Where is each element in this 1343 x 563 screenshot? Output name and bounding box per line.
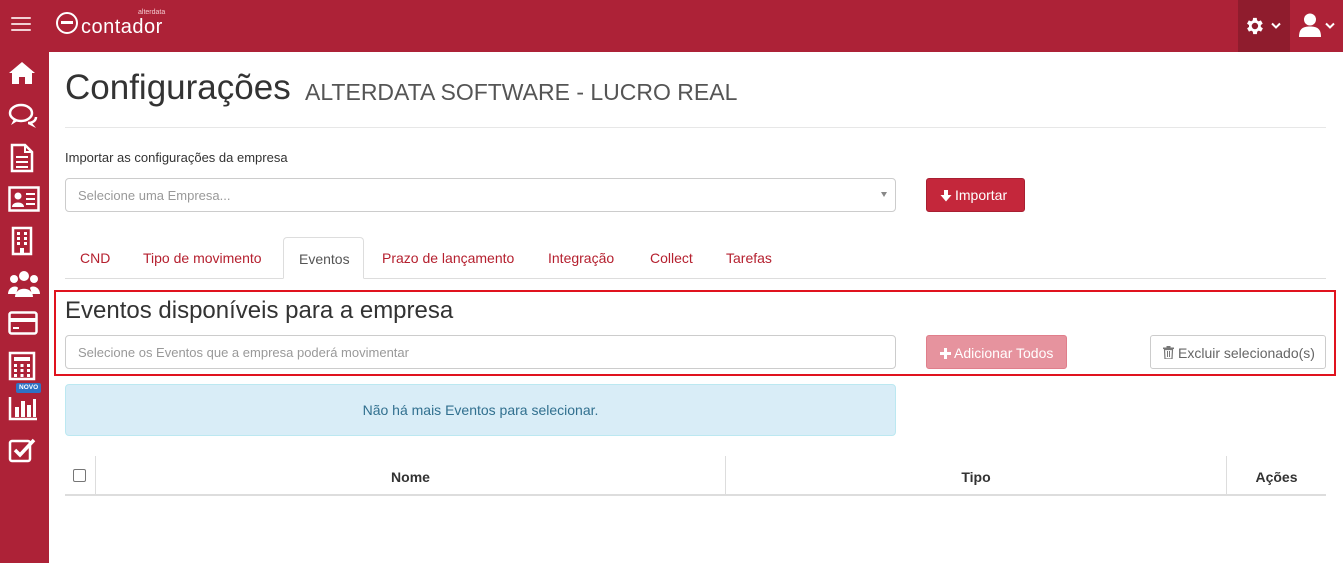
- sidebar-item-reports[interactable]: [8, 395, 40, 425]
- add-all-button[interactable]: Adicionar Todos: [926, 335, 1067, 369]
- tab-label: Tipo de movimento: [143, 250, 262, 266]
- info-alert: Não há mais Eventos para selecionar.: [65, 384, 896, 436]
- logo-text: contador: [81, 16, 163, 38]
- sidebar-item-users[interactable]: [8, 269, 40, 299]
- sidebar-item-contacts[interactable]: [8, 186, 40, 216]
- info-alert-message: Não há mais Eventos para selecionar.: [362, 402, 599, 418]
- bar-chart-icon: [8, 397, 37, 421]
- chat-icon: [8, 103, 38, 128]
- column-header-acoes[interactable]: Ações: [1227, 456, 1326, 496]
- calculator-icon: [8, 351, 36, 381]
- import-label: Importar as configurações da empresa: [65, 150, 288, 165]
- table-header-border: [65, 494, 1326, 496]
- column-header-tipo[interactable]: Tipo: [726, 456, 1226, 496]
- section-title: Eventos disponíveis para a empresa: [65, 297, 454, 324]
- divider: [65, 127, 1326, 128]
- tab-label: Collect: [650, 250, 693, 266]
- sidebar-item-home[interactable]: [8, 60, 40, 90]
- page-subtitle: ALTERDATA SOFTWARE - LUCRO REAL: [305, 79, 738, 105]
- sidebar: NOVO: [0, 52, 49, 563]
- tab-tipo-de-movimento[interactable]: Tipo de movimento: [128, 237, 281, 279]
- arrow-down-icon: [940, 190, 952, 202]
- dropdown-arrow-icon: [881, 192, 887, 197]
- column-header-nome[interactable]: Nome: [96, 456, 725, 496]
- logo-e-icon: [56, 12, 78, 34]
- tab-prazo-de-lancamento[interactable]: Prazo de lançamento: [367, 237, 531, 279]
- tab-label: Tarefas: [726, 250, 772, 266]
- settings-menu-button[interactable]: [1238, 0, 1290, 52]
- credit-card-icon: [8, 311, 38, 335]
- column-header-label: Nome: [391, 469, 430, 485]
- new-badge: NOVO: [16, 383, 42, 393]
- user-menu-button[interactable]: [1292, 0, 1343, 52]
- column-header-label: Tipo: [961, 469, 991, 485]
- tab-tarefas[interactable]: Tarefas: [711, 237, 789, 279]
- page-title: Configurações: [65, 68, 291, 107]
- tab-cnd[interactable]: CND: [65, 237, 126, 279]
- column-header-label: Ações: [1255, 469, 1298, 485]
- chevron-down-icon: [1271, 22, 1281, 29]
- hamburger-icon[interactable]: [11, 17, 31, 35]
- sidebar-item-documents[interactable]: [8, 143, 40, 173]
- delete-selected-button-label: Excluir selecionado(s): [1178, 345, 1315, 361]
- checkbox-icon: [8, 438, 36, 463]
- sidebar-item-chat[interactable]: [8, 102, 40, 132]
- tab-label: Eventos: [299, 251, 350, 267]
- building-icon: [11, 226, 33, 256]
- top-navbar: alterdata contador: [0, 0, 1343, 52]
- import-button[interactable]: Importar: [926, 178, 1025, 212]
- tab-eventos[interactable]: Eventos: [283, 237, 364, 279]
- chevron-down-icon: [1325, 22, 1335, 29]
- logo-small-text: alterdata: [138, 9, 166, 16]
- home-icon: [9, 62, 35, 84]
- sidebar-item-calculator[interactable]: [8, 351, 40, 381]
- document-icon: [10, 143, 34, 173]
- events-select-input[interactable]: Selecione os Eventos que a empresa poder…: [65, 335, 896, 369]
- import-button-label: Importar: [955, 187, 1008, 203]
- user-icon: [1299, 13, 1321, 37]
- tab-integracao[interactable]: Integração: [533, 237, 633, 279]
- plus-icon: [940, 348, 951, 359]
- add-all-button-label: Adicionar Todos: [954, 345, 1054, 361]
- sidebar-item-tasks[interactable]: [8, 437, 40, 467]
- sidebar-item-companies[interactable]: [8, 226, 40, 256]
- tab-label: Integração: [548, 250, 615, 266]
- tab-label: Prazo de lançamento: [382, 250, 515, 266]
- company-select-placeholder: Selecione uma Empresa...: [78, 188, 231, 203]
- events-input-placeholder: Selecione os Eventos que a empresa poder…: [78, 345, 409, 360]
- gear-icon: [1247, 17, 1263, 35]
- delete-selected-button[interactable]: Excluir selecionado(s): [1150, 335, 1326, 369]
- tab-label: CND: [80, 250, 111, 266]
- company-select[interactable]: Selecione uma Empresa...: [65, 178, 896, 212]
- sidebar-item-payments[interactable]: [8, 311, 40, 341]
- users-icon: [8, 271, 40, 297]
- id-card-icon: [8, 186, 40, 212]
- tab-collect[interactable]: Collect: [635, 237, 709, 279]
- select-all-checkbox[interactable]: [73, 469, 86, 482]
- trash-icon: [1163, 346, 1174, 359]
